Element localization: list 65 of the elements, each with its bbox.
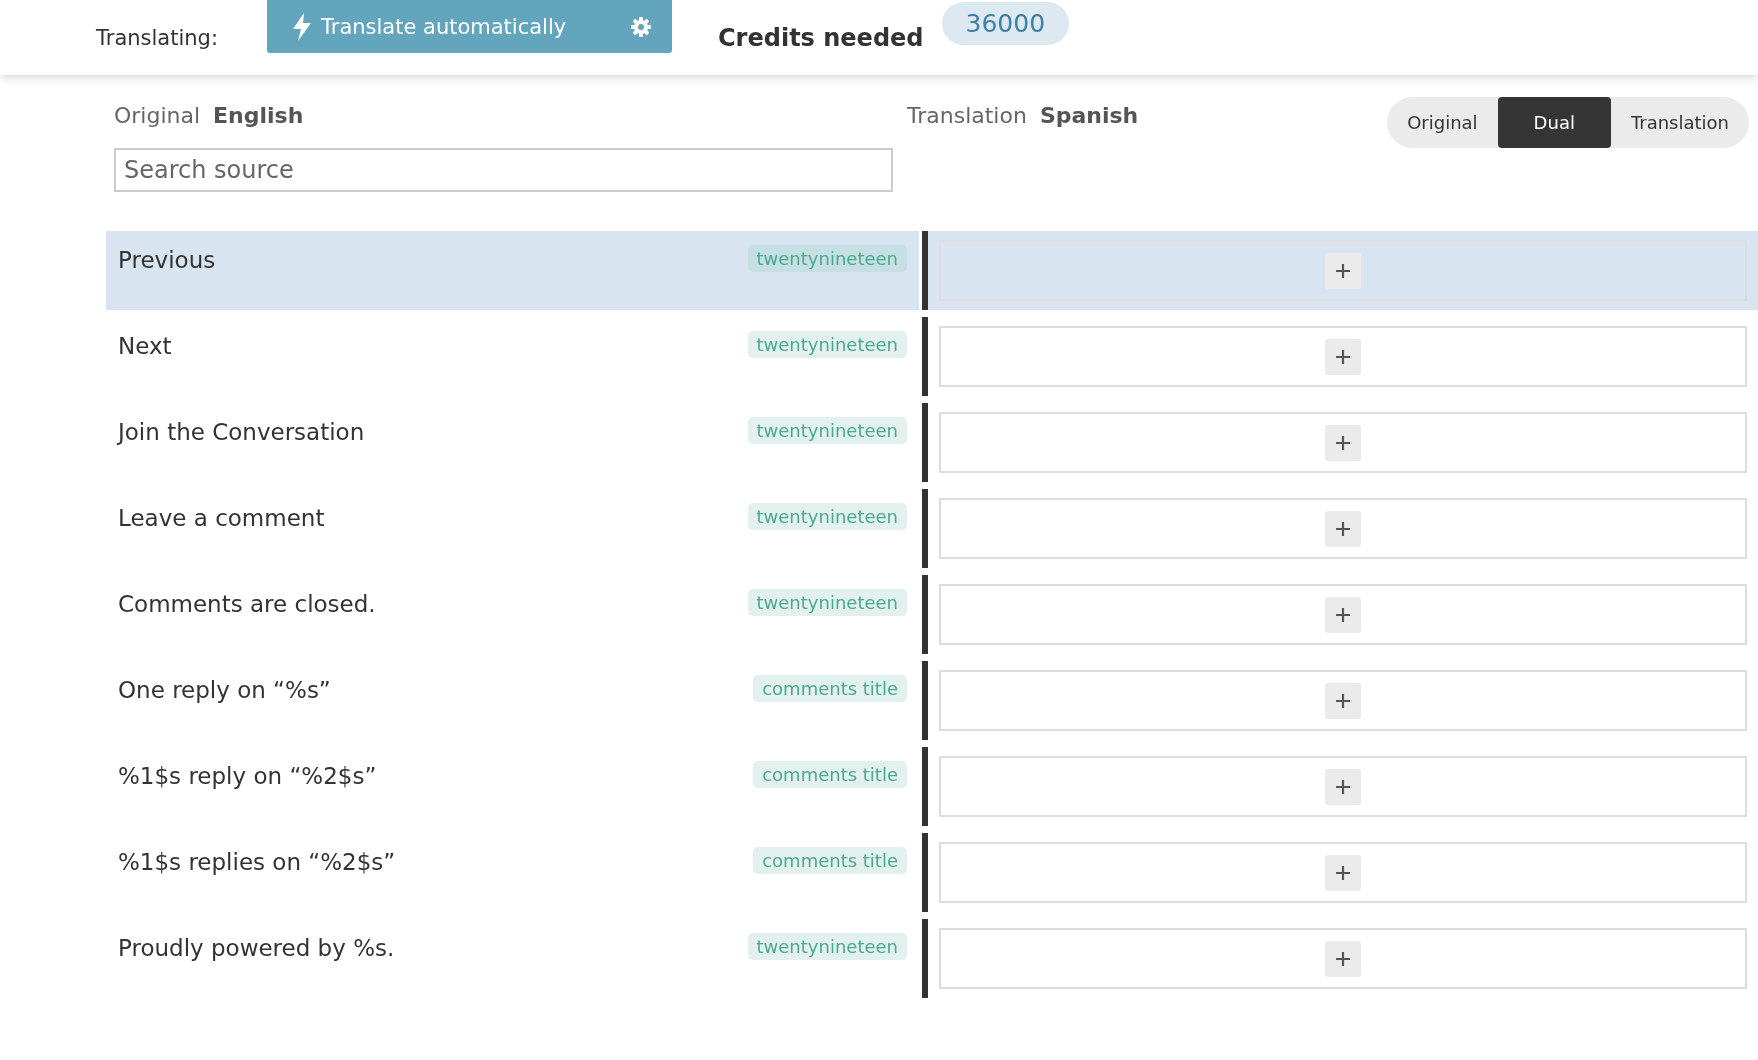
translation-field[interactable] — [939, 498, 1747, 559]
add-translation-button[interactable] — [1325, 510, 1361, 547]
add-translation-button[interactable] — [1325, 338, 1361, 375]
translation-language-label: Translation Spanish — [907, 103, 1140, 128]
plus-icon — [1335, 950, 1351, 967]
add-translation-button[interactable] — [1325, 854, 1361, 891]
source-string: Comments are closed. — [118, 590, 376, 617]
source-string: Leave a comment — [118, 504, 325, 531]
plus-icon — [1335, 520, 1351, 537]
context-tag: twentynineteen — [747, 589, 907, 616]
source-string: Next — [118, 332, 172, 359]
view-mode-tab[interactable]: Dual — [1497, 97, 1611, 148]
translation-field[interactable] — [939, 240, 1747, 301]
original-language-label: Original English — [114, 103, 305, 128]
credits-badge: 36000 — [941, 2, 1070, 45]
context-tag: twentynineteen — [747, 933, 907, 960]
translation-field[interactable] — [939, 412, 1747, 473]
source-string: Proudly powered by %s. — [118, 934, 395, 961]
string-row[interactable]: Next twentynineteen — [106, 317, 919, 396]
source-string: One reply on “%s” — [118, 676, 331, 703]
context-tag: twentynineteen — [747, 417, 907, 444]
translation-field[interactable] — [939, 842, 1747, 903]
context-tag: twentynineteen — [747, 245, 907, 272]
string-row[interactable]: Join the Conversation twentynineteen — [106, 403, 919, 482]
add-translation-button[interactable] — [1325, 768, 1361, 805]
plus-icon — [1335, 692, 1351, 709]
context-tag: comments title — [753, 761, 907, 788]
plus-icon — [1335, 606, 1351, 623]
source-string: Join the Conversation — [118, 418, 365, 445]
context-tag: comments title — [753, 675, 907, 702]
context-tag: comments title — [753, 847, 907, 874]
string-row[interactable]: Comments are closed. twentynineteen — [106, 575, 919, 654]
settings-icon[interactable] — [630, 15, 652, 38]
string-row[interactable]: %1$s replies on “%2$s” comments title — [106, 833, 919, 912]
string-row[interactable]: %1$s reply on “%2$s” comments title — [106, 747, 919, 826]
string-row[interactable]: One reply on “%s” comments title — [106, 661, 919, 740]
translation-field[interactable] — [939, 326, 1747, 387]
plus-icon — [1335, 778, 1351, 795]
translation-field[interactable] — [939, 584, 1747, 645]
lightning-icon — [291, 11, 313, 42]
string-row[interactable]: Proudly powered by %s. twentynineteen — [106, 919, 919, 998]
plus-icon — [1335, 262, 1351, 279]
string-row[interactable]: Previous twentynineteen — [106, 231, 919, 310]
source-string: Previous — [118, 246, 216, 273]
plus-icon — [1335, 348, 1351, 365]
add-translation-button[interactable] — [1325, 596, 1361, 633]
translation-field[interactable] — [939, 928, 1747, 989]
add-translation-button[interactable] — [1325, 682, 1361, 719]
add-translation-button[interactable] — [1325, 424, 1361, 461]
view-mode-tab[interactable]: Original — [1387, 97, 1498, 148]
view-mode-tab[interactable]: Translation — [1610, 97, 1749, 148]
search-field[interactable]: Search source — [114, 148, 893, 192]
credits-label: Credits needed — [718, 23, 924, 52]
translation-field[interactable] — [939, 756, 1747, 817]
context-tag: twentynineteen — [747, 503, 907, 530]
add-translation-button[interactable] — [1325, 940, 1361, 977]
source-string: %1$s reply on “%2$s” — [118, 762, 377, 789]
context-tag: twentynineteen — [747, 331, 907, 358]
add-translation-button[interactable] — [1325, 252, 1361, 289]
translating-label: Translating: — [96, 25, 219, 50]
translation-field[interactable] — [939, 670, 1747, 731]
plus-icon — [1335, 434, 1351, 451]
string-row[interactable]: Leave a comment twentynineteen — [106, 489, 919, 568]
source-string: %1$s replies on “%2$s” — [118, 848, 396, 875]
plus-icon — [1335, 864, 1351, 881]
